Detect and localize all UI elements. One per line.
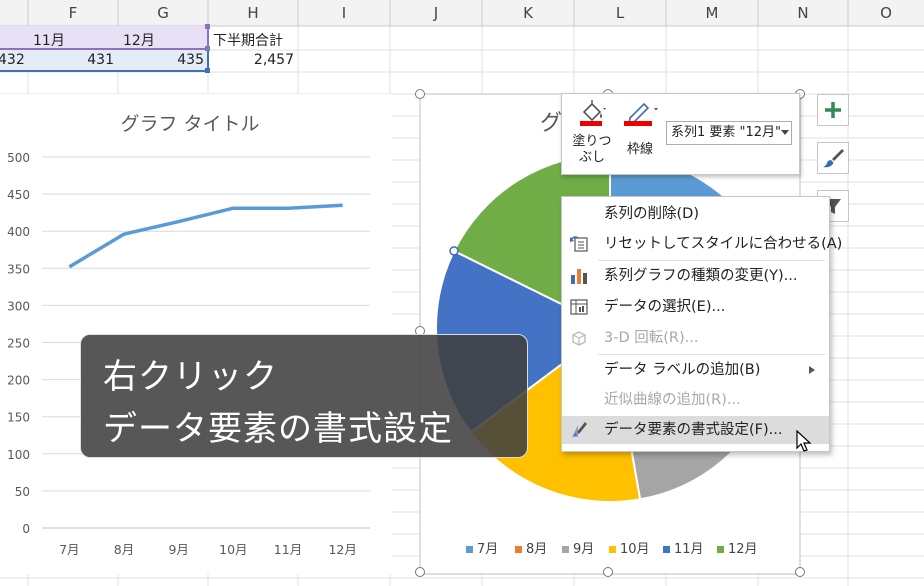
- column-header-k[interactable]: K: [482, 0, 574, 26]
- x-tick-label: 10月: [219, 542, 247, 557]
- series-element-dropdown[interactable]: 系列1 要素 "12月": [666, 121, 792, 145]
- caption-overlay: 右クリック データ要素の書式設定: [80, 334, 528, 458]
- chart-elements-button[interactable]: [817, 94, 849, 126]
- caption-line-1: 右クリック: [103, 357, 278, 397]
- pie-legend-7[interactable]: 7月: [466, 538, 498, 557]
- outline-button[interactable]: 枠線: [618, 98, 662, 170]
- menu-item-delete-series[interactable]: 系列の削除(D): [562, 200, 829, 228]
- menu-item-3d-rotation[interactable]: 3-D 回転(R)...: [562, 324, 829, 352]
- menu-item-add-data-labels[interactable]: データ ラベルの追加(B): [562, 356, 829, 384]
- chart-styles-button[interactable]: [817, 142, 849, 174]
- column-header-m[interactable]: M: [666, 0, 758, 26]
- reset-style-icon: [570, 236, 588, 252]
- y-tick-label: 150: [7, 411, 30, 425]
- pie-legend-8[interactable]: 8月: [515, 538, 547, 557]
- column-header-g[interactable]: G: [118, 0, 208, 26]
- y-tick-label: 500: [7, 151, 30, 165]
- resize-handle-tl[interactable]: [415, 89, 425, 99]
- menu-item-add-trendline[interactable]: 近似曲線の追加(R)...: [562, 386, 829, 414]
- resize-handle-bl[interactable]: [415, 567, 425, 577]
- pen-icon: [624, 102, 658, 126]
- y-tick-label: 50: [15, 485, 30, 499]
- x-tick-label: 8月: [114, 542, 134, 557]
- plus-icon: [825, 102, 841, 118]
- x-tick-label: 12月: [328, 542, 356, 557]
- y-tick-label: 400: [7, 225, 30, 239]
- column-header-n[interactable]: N: [758, 0, 848, 26]
- x-tick-label: 9月: [168, 542, 188, 557]
- cell-e-value[interactable]: 432: [0, 52, 25, 68]
- cell-h-header[interactable]: 下半期合計: [213, 30, 283, 50]
- menu-item-select-data[interactable]: データの選択(E)...: [562, 293, 829, 321]
- menu-item-reset-style[interactable]: リセットしてスタイルに合わせる(A): [562, 230, 842, 258]
- column-header-j[interactable]: J: [390, 0, 482, 26]
- caption-line-2: データ要素の書式設定: [103, 409, 453, 449]
- mouse-cursor-icon: [796, 430, 812, 452]
- column-header-i[interactable]: I: [298, 0, 390, 26]
- pie-legend-9[interactable]: 9月: [562, 538, 594, 557]
- pie-legend-10[interactable]: 10月: [609, 538, 650, 557]
- resize-handle-bc[interactable]: [603, 567, 613, 577]
- y-tick-label: 350: [7, 262, 30, 276]
- chevron-right-icon: [809, 366, 815, 374]
- cell-f-value[interactable]: 431: [28, 52, 114, 68]
- column-header-o[interactable]: O: [848, 0, 924, 26]
- fill-button[interactable]: 塗りつ ぶし: [570, 98, 614, 170]
- format-point-icon: [572, 422, 587, 437]
- chevron-down-icon: [781, 130, 789, 135]
- select-data-icon: [570, 299, 588, 315]
- pie-legend-12[interactable]: 12月: [717, 538, 758, 557]
- y-tick-label: 100: [7, 448, 30, 462]
- y-tick-label: 250: [7, 337, 30, 351]
- menu-item-change-chart-type[interactable]: 系列グラフの種類の変更(Y)...: [562, 262, 829, 290]
- context-menu: 系列の削除(D) リセットしてスタイルに合わせる(A) 系列グラフの種類の変更(…: [561, 196, 842, 452]
- resize-handle-br[interactable]: [795, 567, 805, 577]
- cell-g-value[interactable]: 435: [118, 52, 204, 68]
- y-tick-label: 300: [7, 299, 30, 313]
- 3d-rotation-icon: [572, 331, 586, 346]
- x-tick-label: 11月: [274, 542, 302, 557]
- pie-chart-title: グ: [540, 111, 562, 136]
- selected-point-marker: [449, 246, 459, 256]
- cell-g-header[interactable]: 12月: [123, 30, 155, 50]
- y-tick-label: 450: [7, 188, 30, 202]
- line-chart-title: グラフ タイトル: [120, 113, 259, 135]
- y-tick-label: 200: [7, 374, 30, 388]
- paint-bucket-icon: [580, 100, 606, 126]
- cell-h-value[interactable]: 2,457: [208, 52, 294, 68]
- chart-type-icon: [571, 269, 587, 284]
- mini-toolbar: 塗りつ ぶし 枠線 系列1 要素 "12月": [561, 93, 800, 175]
- brush-icon: [823, 149, 844, 168]
- column-header-f[interactable]: F: [28, 0, 118, 26]
- column-header-h[interactable]: H: [208, 0, 298, 26]
- pie-legend-11[interactable]: 11月: [663, 538, 704, 557]
- x-tick-label: 7月: [59, 542, 79, 557]
- y-tick-label: 0: [22, 522, 30, 536]
- cell-f-header[interactable]: 11月: [33, 30, 65, 50]
- column-header-l[interactable]: L: [574, 0, 666, 26]
- menu-item-format-data-point[interactable]: データ要素の書式設定(F)...: [562, 416, 829, 444]
